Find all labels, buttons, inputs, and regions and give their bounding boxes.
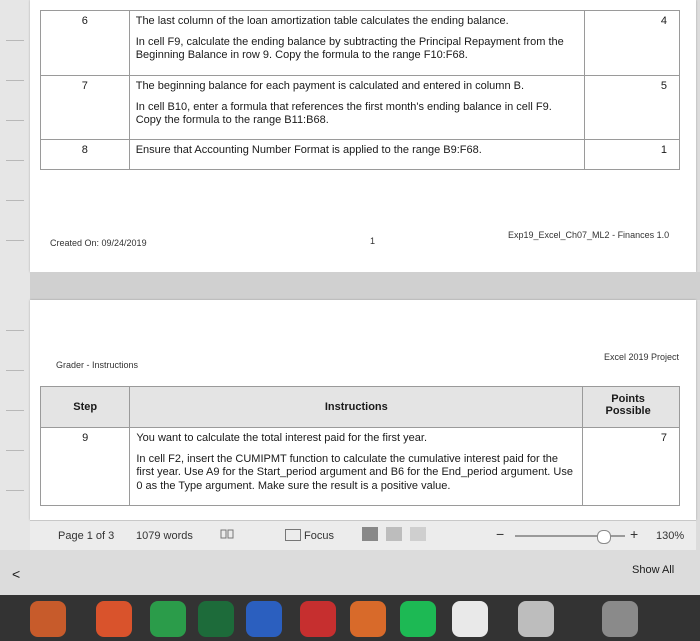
instruction-text: The last column of the loan amortization… xyxy=(135,15,509,27)
zoom-level[interactable]: 130% xyxy=(656,530,684,542)
column-header-step: Step xyxy=(39,386,131,428)
dock xyxy=(0,595,700,641)
zoom-out-icon[interactable]: − xyxy=(496,526,504,542)
zoom-slider[interactable] xyxy=(515,530,625,544)
instruction-cell: The last column of the loan amortization… xyxy=(128,10,586,76)
file-name-footer: Exp19_Excel_Ch07_ML2 - Finances 1.0 xyxy=(508,230,670,240)
focus-button[interactable]: Focus xyxy=(304,530,334,542)
powerpoint-icon[interactable] xyxy=(350,601,386,637)
print-layout-icon[interactable] xyxy=(386,527,402,541)
table-row: 8 Ensure that Accounting Number Format i… xyxy=(40,139,680,171)
points-value: 1 xyxy=(584,139,680,171)
word-icon[interactable] xyxy=(246,601,282,637)
instruction-cell: You want to calculate the total interest… xyxy=(129,427,584,506)
zoom-in-icon[interactable]: + xyxy=(630,526,638,542)
step-number: 6 xyxy=(40,10,130,76)
app-icon[interactable] xyxy=(602,601,638,637)
document-window: 6 The last column of the loan amortizati… xyxy=(0,0,700,595)
document-page-2: Grader - Instructions Excel 2019 Project… xyxy=(30,300,696,520)
zoom-slider-knob[interactable] xyxy=(597,530,611,544)
book-icon[interactable] xyxy=(220,528,234,543)
table-row: 9 You want to calculate the total intere… xyxy=(39,427,680,506)
created-on-footer: Created On: 09/24/2019 xyxy=(50,238,147,248)
step-number: 8 xyxy=(40,139,130,171)
page-count[interactable]: Page 1 of 3 xyxy=(58,530,114,542)
instruction-text: Ensure that Accounting Number Format is … xyxy=(135,144,482,157)
points-value: 7 xyxy=(582,427,680,506)
points-value: 5 xyxy=(584,74,680,141)
instructions-table-page-2: Step Instructions Points Possible 9 You … xyxy=(39,386,680,506)
font-book-icon[interactable] xyxy=(518,601,554,637)
column-header-instructions: Instructions xyxy=(129,386,584,428)
instruction-cell: The beginning balance for each payment i… xyxy=(128,74,586,141)
page-gap xyxy=(30,272,700,300)
music-icon[interactable] xyxy=(400,601,436,637)
step-number: 9 xyxy=(39,427,131,506)
status-bar: Page 1 of 3 1079 words Focus − + 130% xyxy=(30,520,696,551)
show-all-button[interactable]: Show All xyxy=(632,564,674,576)
project-header: Excel 2019 Project xyxy=(604,352,680,362)
table-row: 7 The beginning balance for each payment… xyxy=(40,74,680,141)
step-number: 7 xyxy=(40,74,130,141)
instruction-text: In cell B10, enter a formula that refere… xyxy=(135,100,552,126)
app-icon[interactable] xyxy=(300,601,336,637)
web-layout-icon[interactable] xyxy=(410,527,426,541)
excel-icon[interactable] xyxy=(198,601,234,637)
instruction-text: The beginning balance for each payment i… xyxy=(135,79,525,92)
focus-icon[interactable] xyxy=(285,529,301,541)
page-number-footer: 1 xyxy=(370,236,376,246)
app-icon[interactable] xyxy=(452,601,488,637)
document-page-1: 6 The last column of the loan amortizati… xyxy=(30,0,696,272)
instruction-text: You want to calculate the total interest… xyxy=(136,432,428,444)
app-icon[interactable] xyxy=(30,601,66,637)
grader-header: Grader - Instructions xyxy=(56,360,139,370)
instructions-table-page-1: 6 The last column of the loan amortizati… xyxy=(40,10,680,171)
instruction-cell: Ensure that Accounting Number Format is … xyxy=(128,139,586,171)
vertical-ruler[interactable] xyxy=(0,0,31,595)
app-icon[interactable] xyxy=(96,601,132,637)
table-row: 6 The last column of the loan amortizati… xyxy=(40,10,680,76)
word-count[interactable]: 1079 words xyxy=(136,530,193,542)
chevron-left-icon[interactable]: < xyxy=(12,566,20,582)
points-value: 4 xyxy=(584,10,680,76)
bottom-bar: < Show All xyxy=(0,550,700,595)
instruction-text: In cell F2, insert the CUMIPMT function … xyxy=(136,453,573,492)
read-mode-icon[interactable] xyxy=(362,527,378,541)
instruction-text: In cell F9, calculate the ending balance… xyxy=(135,36,564,62)
column-header-points: Points Possible xyxy=(582,386,680,428)
app-icon[interactable] xyxy=(150,601,186,637)
table-header-row: Step Instructions Points Possible xyxy=(39,386,680,428)
